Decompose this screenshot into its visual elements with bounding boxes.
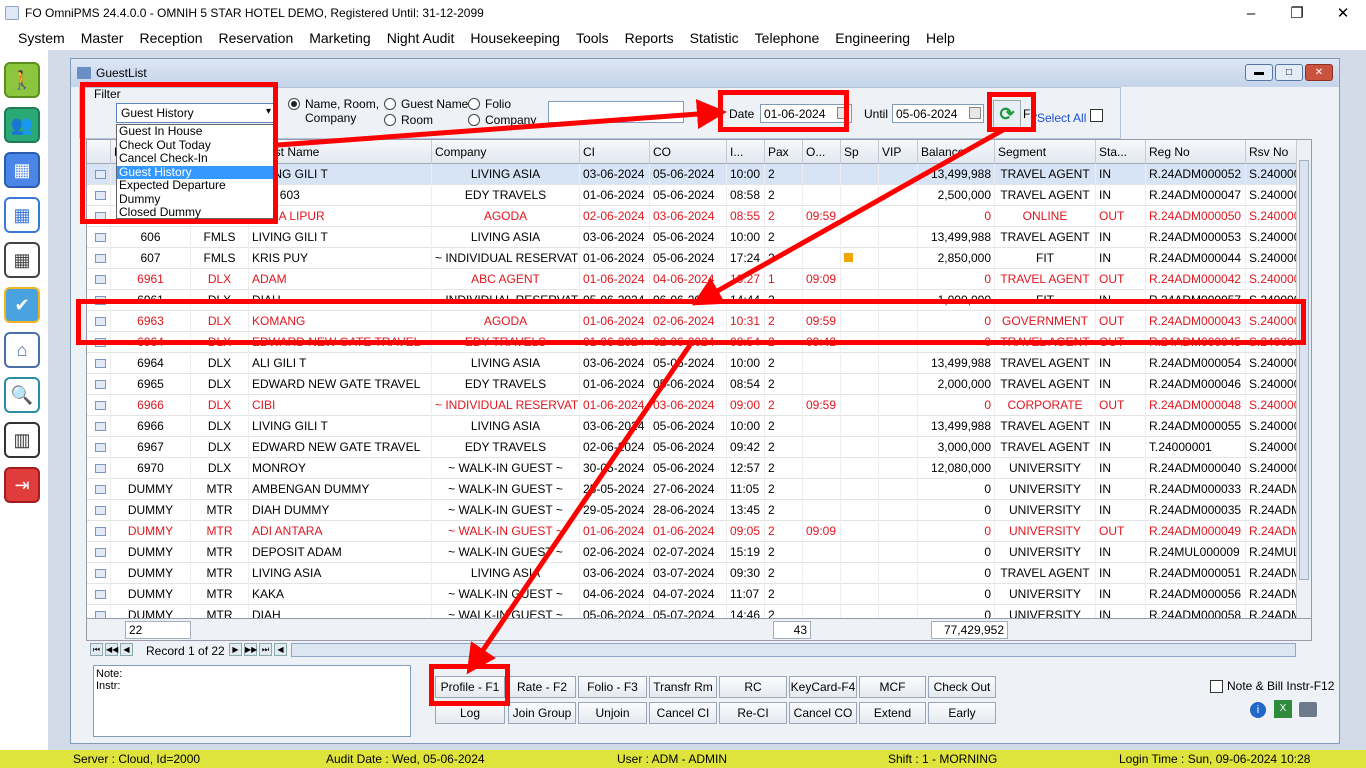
annotation-arrow [691, 127, 1005, 306]
app-window: FO OmniPMS 24.4.0.0 - OMNIH 5 STAR HOTEL… [0, 0, 1366, 768]
annotation-arrows [277, 99, 1005, 675]
annotation-arrow [277, 99, 727, 148]
annotation-arrow [466, 343, 693, 675]
